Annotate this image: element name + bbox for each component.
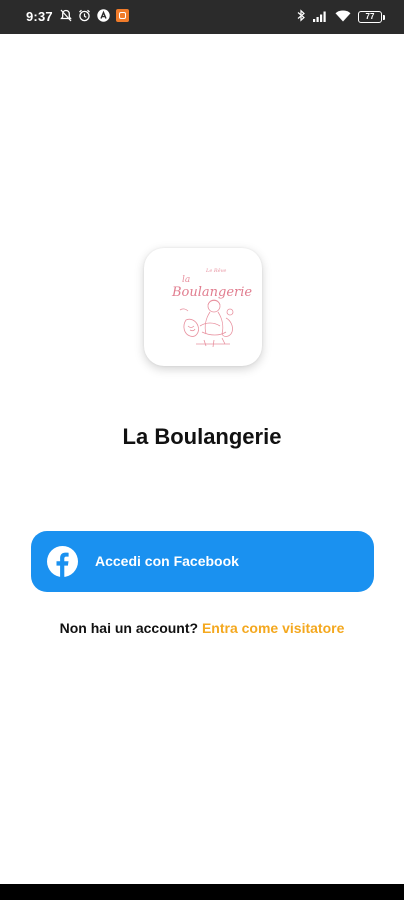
battery-icon: 77 <box>358 11 385 23</box>
alarm-icon <box>78 9 91 22</box>
status-right-icons: 77 <box>297 9 385 25</box>
app-notification-icon <box>116 9 129 22</box>
status-left-icons <box>60 9 129 22</box>
signup-prompt: Non hai un account? <box>59 620 202 636</box>
signup-row: Non hai un account? Entra come visitator… <box>0 620 404 636</box>
status-time: 9:37 <box>26 9 53 24</box>
navigation-bar <box>0 884 404 900</box>
svg-text:Boulangerie: Boulangerie <box>171 285 252 300</box>
svg-text:la: la <box>182 275 190 285</box>
guest-login-link[interactable]: Entra come visitatore <box>202 620 344 636</box>
muted-bell-icon <box>60 9 72 22</box>
svg-text:Le Rêve: Le Rêve <box>205 267 226 274</box>
facebook-icon <box>47 546 78 577</box>
app-a-icon <box>97 9 110 22</box>
wifi-icon <box>335 10 351 25</box>
facebook-login-button[interactable]: Accedi con Facebook <box>31 531 374 592</box>
app-title: La Boulangerie <box>122 424 282 449</box>
signal-icon <box>313 10 328 25</box>
bluetooth-icon <box>297 9 306 25</box>
status-bar: 9:37 77 <box>0 0 404 34</box>
facebook-login-label: Accedi con Facebook <box>95 553 239 569</box>
app-logo: Le Rêve la Boulangerie <box>144 248 262 366</box>
la-boulangerie-logo: Le Rêve la Boulangerie <box>171 267 252 348</box>
